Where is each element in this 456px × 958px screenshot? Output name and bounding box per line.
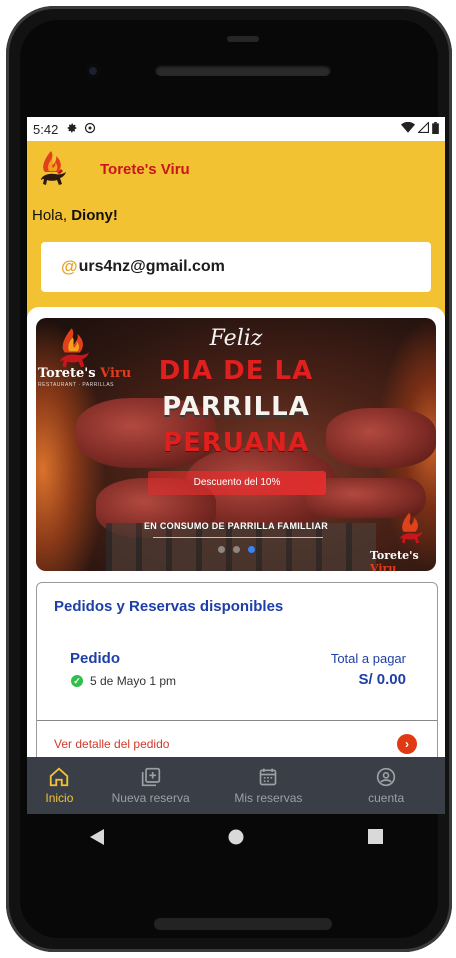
orders-title: Pedidos y Reservas disponibles [54,598,284,615]
user-name: Diony! [71,207,118,224]
status-bar: 5:42 [27,117,445,141]
nav-label: cuenta [368,791,405,805]
wifi-icon [401,121,415,136]
status-time: 5:42 [33,121,59,137]
carousel-indicator [36,546,436,553]
email-card: @ urs4nz@gmail.com [41,242,431,292]
account-icon [376,766,396,788]
order-detail-link[interactable]: Ver detalle del pedido [54,737,169,751]
chevron-right-icon[interactable]: › [397,734,417,754]
user-email: urs4nz@gmail.com [78,258,225,275]
nav-label: Nueva reserva [111,791,190,805]
orders-card: Pedidos y Reservas disponibles Pedido To… [36,582,438,782]
banner-line-2: PARRILLA [162,392,310,422]
order-label: Pedido [70,650,121,667]
banner-consumo: EN CONSUMO DE PARRILLA FAMILLIAR [143,521,329,531]
card-divider [37,720,437,721]
system-nav-bar [27,814,445,864]
nav-label: Mis reservas [234,791,303,805]
banner-feliz: Feliz [209,326,263,351]
signal-icon [417,121,429,136]
recents-square-icon[interactable] [368,829,384,849]
greeting-prefix: Hola, [32,207,72,224]
app-header: Torete's Viru Hola, Diony! @ urs4nz@gmai… [27,141,445,317]
front-camera [86,64,100,78]
main-content: Torete's Viru RESTAURANT · PARRILLAS Fel… [27,307,445,782]
calendar-icon [258,766,278,788]
carousel-dot[interactable] [217,546,225,553]
nav-item-nueva-reserva[interactable]: Nueva reserva [92,757,210,814]
nav-label: Inicio [45,791,74,805]
gear-icon [66,122,78,137]
greeting: Hola, Diony! [32,207,118,224]
banner-corner-logo [396,511,426,547]
nav-item-mis-reservas[interactable]: Mis reservas [210,757,328,814]
nav-item-cuenta[interactable]: cuenta [327,757,445,814]
status-right-icons [401,121,439,137]
sync-icon [84,122,96,137]
carousel-dot[interactable] [232,546,240,553]
battery-icon [432,121,439,137]
app-screen: 5:42 Torete's Viru Hola, Diony! @ urs4nz… [27,117,445,814]
brand-logo [37,149,69,189]
back-triangle-icon[interactable] [89,828,105,851]
banner-corner-logo-accent: Viru [370,562,397,571]
total-amount: S/ 0.00 [358,671,406,688]
home-circle-icon[interactable] [228,829,244,850]
phone-earpiece [155,64,331,76]
banner-discount: Descuento del 10% [148,471,326,495]
nav-item-inicio[interactable]: Inicio [27,757,92,814]
banner-line-3: PERUANA [162,428,310,458]
phone-speaker [154,918,332,930]
check-circle-icon: ✓ [71,675,83,687]
brand-title: Torete's Viru [100,161,190,178]
banner-divider [153,537,323,538]
promo-banner[interactable]: Torete's Viru RESTAURANT · PARRILLAS Fel… [36,318,436,571]
order-date: 5 de Mayo 1 pm [90,674,177,688]
home-icon [48,766,70,788]
bottom-nav: Inicio Nueva reserva Mis reservas cuenta [27,757,445,814]
carousel-dot[interactable] [247,546,255,553]
at-icon: @ [61,257,78,276]
phone-sensor [227,36,259,42]
add-box-icon [141,766,161,788]
total-label: Total a pagar [330,651,406,666]
banner-line-1: DIA DE LA [158,356,314,386]
